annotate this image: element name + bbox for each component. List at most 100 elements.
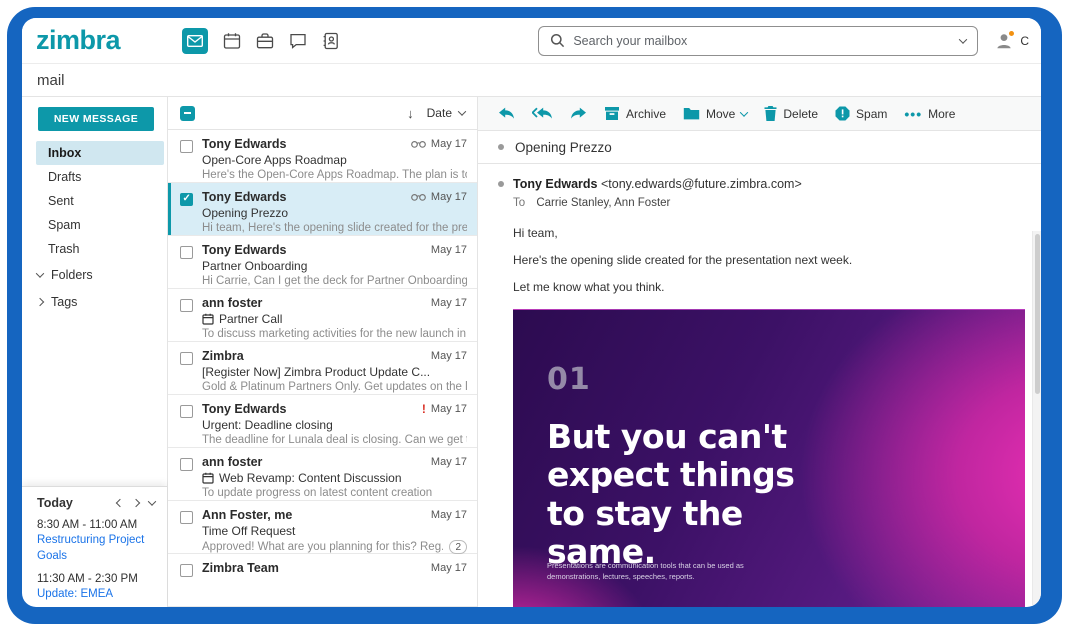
search-options-chevron-icon[interactable] xyxy=(959,35,967,43)
checkbox[interactable] xyxy=(180,246,193,259)
checkbox[interactable] xyxy=(180,564,193,577)
event-title[interactable]: Update: EMEA xyxy=(37,587,157,603)
date: May 17 xyxy=(431,403,467,415)
mail-app-icon[interactable] xyxy=(182,28,208,54)
sidebar-group-tags[interactable]: Tags xyxy=(22,289,167,315)
checkbox[interactable] xyxy=(180,405,193,418)
avatar-icon[interactable] xyxy=(994,31,1014,51)
message-body-scroll-area: Tony Edwards <tony.edwards@future.zimbra… xyxy=(478,164,1041,607)
sidebar-item-sent[interactable]: Sent xyxy=(22,189,167,213)
archive-icon xyxy=(604,106,620,121)
forward-icon xyxy=(570,107,587,120)
reply-all-icon xyxy=(532,107,553,120)
preview: Here's the Open-Core Apps Roadmap. The p… xyxy=(202,169,467,181)
search-icon xyxy=(550,33,565,48)
subject: [Register Now] Zimbra Product Update C..… xyxy=(202,365,467,379)
to-recipients: Carrie Stanley, Ann Foster xyxy=(536,197,670,209)
sidebar-item-trash[interactable]: Trash xyxy=(22,237,167,261)
spam-button[interactable]: Spam xyxy=(835,106,887,121)
contacts-app-icon[interactable] xyxy=(322,32,340,50)
move-button[interactable]: Move xyxy=(683,107,747,121)
scrollbar-thumb[interactable] xyxy=(1035,234,1040,394)
spam-label: Spam xyxy=(856,107,887,121)
vertical-scrollbar[interactable] xyxy=(1032,231,1041,607)
search-box[interactable] xyxy=(538,26,978,56)
preview: The deadline for Lunala deal is closing.… xyxy=(202,434,467,446)
date: May 17 xyxy=(431,509,467,521)
read-state-dot-icon xyxy=(498,181,504,187)
date: May 17 xyxy=(431,191,467,203)
checkbox[interactable] xyxy=(180,352,193,365)
body-paragraph: Here's the opening slide created for the… xyxy=(513,253,1041,267)
conversation-subject: Opening Prezzo xyxy=(515,140,612,155)
message-list-item-selected[interactable]: Tony Edwards May 17 Opening Prezzo Hi te… xyxy=(168,183,477,236)
event-title[interactable]: Restructuring Project Goals xyxy=(37,533,157,564)
slide-number: 01 xyxy=(547,362,591,397)
delete-button[interactable]: Delete xyxy=(764,106,818,121)
sender: ann foster xyxy=(202,455,425,469)
search-input[interactable] xyxy=(573,34,952,48)
chat-app-icon[interactable] xyxy=(289,32,307,50)
reply-button[interactable] xyxy=(498,107,515,120)
date: May 17 xyxy=(431,138,467,150)
sidebar-item-inbox[interactable]: Inbox xyxy=(36,141,164,165)
checkbox[interactable] xyxy=(180,511,193,524)
account-menu[interactable]: C xyxy=(994,31,1029,51)
trash-icon xyxy=(764,106,777,121)
calendar-app-icon[interactable] xyxy=(223,32,241,50)
sort-direction-icon[interactable]: ↓ xyxy=(407,106,414,121)
checkbox[interactable] xyxy=(180,458,193,471)
message-list-item[interactable]: Tony Edwards May 17 Open-Core Apps Roadm… xyxy=(168,130,477,183)
agenda-event[interactable]: 11:30 AM - 2:30 PM Update: EMEA xyxy=(37,573,157,603)
sidebar-item-drafts[interactable]: Drafts xyxy=(22,165,167,189)
message-list-item[interactable]: Zimbra Team May 17 xyxy=(168,554,477,607)
checkbox-checked[interactable] xyxy=(180,193,193,206)
zimbra-app-window: zimbra xyxy=(22,18,1041,607)
message-body: Hi team, Here's the opening slide create… xyxy=(478,226,1041,294)
sender: Tony Edwards xyxy=(202,402,416,416)
agenda-event[interactable]: 8:30 AM - 11:00 AM Restructuring Project… xyxy=(37,519,157,564)
sender: Tony Edwards xyxy=(202,243,425,257)
select-all-checkbox[interactable] xyxy=(180,106,195,121)
sort-control[interactable]: ↓ Date xyxy=(407,106,465,121)
message-list-item[interactable]: Tony Edwards ! May 17 Urgent: Deadline c… xyxy=(168,395,477,448)
message-list-item[interactable]: Tony Edwards May 17 Partner Onboarding H… xyxy=(168,236,477,289)
preview: To discuss marketing activities for the … xyxy=(202,328,467,340)
forward-button[interactable] xyxy=(570,107,587,120)
checkbox[interactable] xyxy=(180,299,193,312)
archive-button[interactable]: Archive xyxy=(604,106,666,121)
date: May 17 xyxy=(431,350,467,362)
main-content: NEW MESSAGE Inbox Drafts Sent Spam Trash… xyxy=(22,97,1041,607)
from-name: Tony Edwards xyxy=(513,177,598,191)
message-list-item[interactable]: Ann Foster, me May 17 Time Off Request A… xyxy=(168,501,477,554)
app-switcher xyxy=(182,28,340,54)
reply-all-button[interactable] xyxy=(532,107,553,120)
subject: Open-Core Apps Roadmap xyxy=(202,153,467,167)
agenda-collapse-icon[interactable] xyxy=(148,498,156,506)
more-button[interactable]: ••• More xyxy=(904,107,955,121)
new-message-button[interactable]: NEW MESSAGE xyxy=(38,107,154,131)
sidebar-group-folders[interactable]: Folders xyxy=(22,262,167,288)
chevron-down-icon xyxy=(36,269,44,277)
message-list-item[interactable]: Zimbra May 17 [Register Now] Zimbra Prod… xyxy=(168,342,477,395)
agenda-prev-icon[interactable] xyxy=(116,499,124,507)
sidebar-item-spam[interactable]: Spam xyxy=(22,213,167,237)
more-label: More xyxy=(928,107,955,121)
sender: Tony Edwards xyxy=(202,137,405,151)
conversation-count-badge: 2 xyxy=(449,540,467,554)
mini-agenda-panel: Today 8:30 AM - 11:00 AM Restructuring P… xyxy=(22,486,167,607)
sender: Tony Edwards xyxy=(202,190,405,204)
calendar-invite-icon xyxy=(202,313,214,325)
message-list-item[interactable]: ann foster May 17 Web Revamp: Content Di… xyxy=(168,448,477,501)
zimbra-logo: zimbra xyxy=(36,27,120,54)
message-toolbar: Archive Move Delete Spam ••• More xyxy=(478,97,1041,131)
checkbox[interactable] xyxy=(180,140,193,153)
slide-image: 01 But you can't expect things to stay t… xyxy=(513,309,1025,607)
date: May 17 xyxy=(431,456,467,468)
subject: Partner Onboarding xyxy=(202,259,467,273)
notification-dot xyxy=(1008,30,1015,37)
agenda-next-icon[interactable] xyxy=(132,499,140,507)
message-list-item[interactable]: ann foster May 17 Partner Call To discus… xyxy=(168,289,477,342)
briefcase-app-icon[interactable] xyxy=(256,32,274,50)
account-initial: C xyxy=(1020,34,1029,48)
